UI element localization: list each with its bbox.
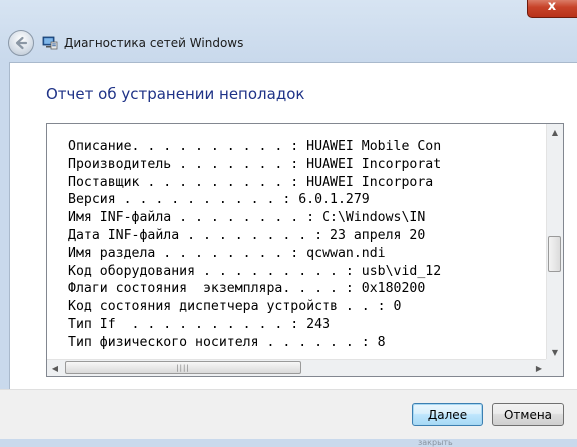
grip-icon: |||| xyxy=(176,363,190,372)
report-line: Код оборудования . . . . . . . . . : usb… xyxy=(68,263,442,279)
vertical-scrollbar[interactable]: ▲ ▼ xyxy=(546,124,563,360)
report-line: Тип If . . . . . . . . . . : 243 xyxy=(68,316,331,332)
dialog-window: x Диагностика сетей Windows Отчет об уст… xyxy=(0,0,577,447)
report-line: Код состояния диспетчера устройств . . :… xyxy=(68,299,402,315)
back-button[interactable] xyxy=(8,30,34,56)
content-panel: Отчет об устранении неполадок Описание. … xyxy=(9,62,577,389)
scroll-down-icon[interactable]: ▼ xyxy=(547,344,563,360)
close-button[interactable]: x xyxy=(527,0,577,18)
horizontal-scroll-thumb[interactable]: |||| xyxy=(65,361,301,374)
scroll-right-icon[interactable]: ▶ xyxy=(531,360,547,376)
report-textbox[interactable]: Описание. . . . . . . . . . : HUAWEI Mob… xyxy=(46,123,564,377)
report-line: Поставщик . . . . . . . . . : HUAWEI Inc… xyxy=(68,174,434,190)
window-title: Диагностика сетей Windows xyxy=(64,36,244,50)
report-line: Имя раздела . . . . . . . . : qcwwan.ndi xyxy=(68,245,386,261)
close-icon: x xyxy=(547,0,557,14)
scroll-left-icon[interactable]: ◀ xyxy=(47,360,63,376)
scrollbar-corner xyxy=(546,359,563,376)
bottom-strip-text: закрыть xyxy=(418,438,453,447)
report-line: Версия . . . . . . . . . . : 6.0.1.279 xyxy=(68,192,370,208)
bottom-frame xyxy=(0,439,577,447)
report-line: Производитель . . . . . . . : HUAWEI Inc… xyxy=(68,156,442,172)
vertical-scroll-thumb[interactable] xyxy=(548,236,561,272)
network-diagnostics-icon xyxy=(42,36,58,50)
next-button[interactable]: Далее xyxy=(412,403,483,426)
report-line: Флаги состояния экземпляра. . . . : 0x18… xyxy=(68,281,426,297)
back-arrow-icon xyxy=(15,36,28,50)
report-line: Дата INF-файла . . . . . . . . : 23 апре… xyxy=(68,227,426,243)
title-bar: Диагностика сетей Windows xyxy=(0,28,577,60)
report-line: Тип физического носителя . . . . . . : 8 xyxy=(68,334,386,350)
horizontal-scrollbar[interactable]: ◀ |||| ▶ xyxy=(47,359,547,376)
scroll-up-icon[interactable]: ▲ xyxy=(547,124,563,140)
report-line: Имя INF-файла . . . . . . . . : C:\Windo… xyxy=(68,210,426,226)
report-text: Описание. . . . . . . . . . : HUAWEI Mob… xyxy=(68,138,542,358)
report-line: Описание. . . . . . . . . . : HUAWEI Mob… xyxy=(68,139,442,154)
cancel-button[interactable]: Отмена xyxy=(492,403,564,426)
page-title: Отчет об устранении неполадок xyxy=(46,85,305,103)
